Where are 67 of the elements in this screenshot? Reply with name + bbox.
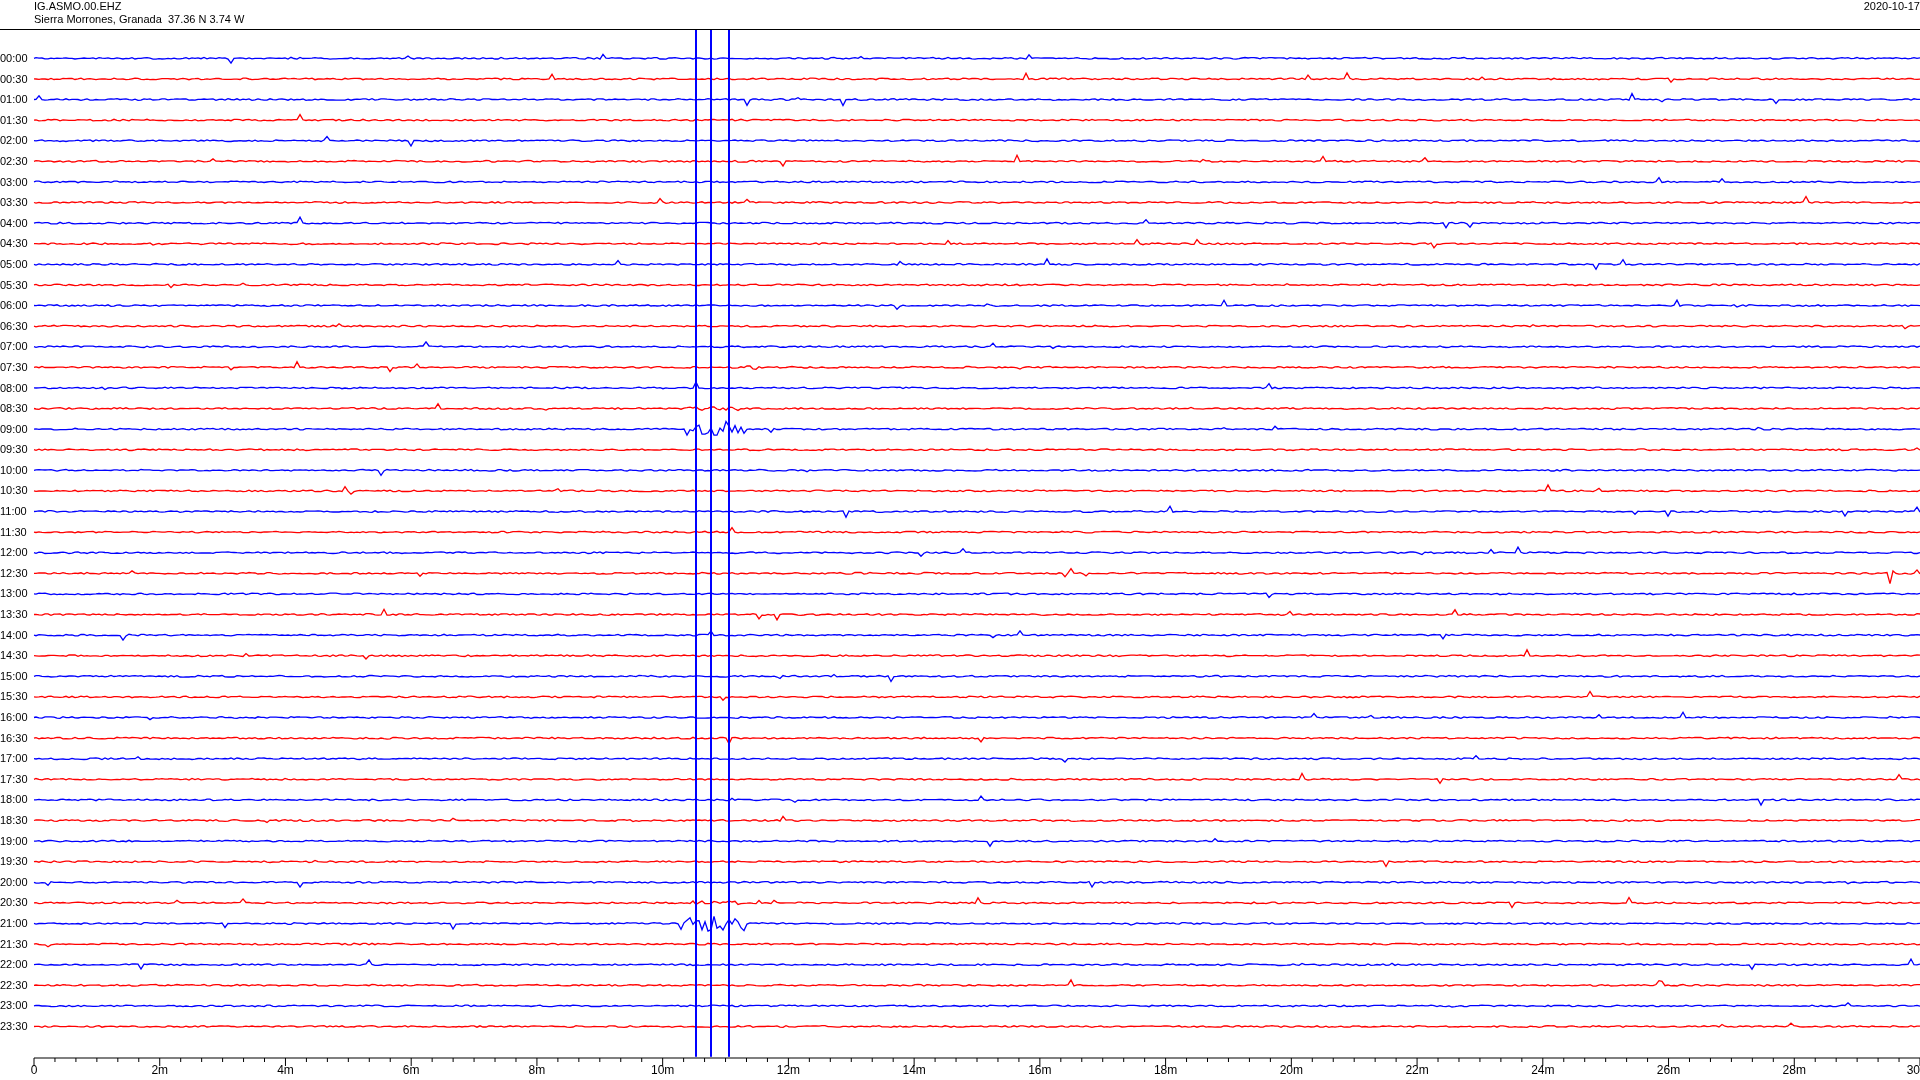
time-label: 03:00: [0, 174, 29, 190]
time-label: 07:00: [0, 339, 29, 355]
axis-label: 14m: [902, 1062, 926, 1077]
station-location: Sierra Morrones, Granada 37.36 N 3.74 W: [34, 13, 245, 26]
time-label: 00:30: [0, 71, 29, 87]
axis-label: 6m: [402, 1062, 420, 1077]
time-label: 14:30: [0, 648, 29, 664]
axis-label: 22m: [1405, 1062, 1429, 1077]
time-label: 03:30: [0, 195, 29, 211]
axis-label: 18m: [1153, 1062, 1178, 1077]
axis-label: 26m: [1656, 1062, 1681, 1077]
time-label: 19:30: [0, 854, 29, 870]
date-label: 2020-10-17: [1863, 0, 1920, 13]
axis-label: 8m: [528, 1062, 546, 1077]
time-label: 05:00: [0, 256, 29, 272]
time-label: 15:00: [0, 668, 29, 684]
axis-label: 12m: [776, 1062, 801, 1077]
time-label: 18:00: [0, 792, 29, 808]
axis-label: 20m: [1279, 1062, 1303, 1077]
time-label: 10:30: [0, 483, 29, 499]
time-label: 22:00: [0, 957, 29, 973]
time-label: 04:00: [0, 215, 29, 231]
station-code: IG.ASMO.00.EHZ: [34, 0, 123, 13]
axis-label: 4m: [277, 1062, 294, 1077]
time-label: 15:30: [0, 689, 29, 705]
time-label: 07:30: [0, 359, 29, 375]
time-label: 16:30: [0, 730, 29, 746]
time-label: 01:00: [0, 92, 29, 108]
time-label: 02:00: [0, 133, 29, 149]
time-label: 06:00: [0, 298, 29, 314]
time-label: 16:00: [0, 710, 29, 725]
time-label: 17:30: [0, 771, 29, 787]
time-label: 17:00: [0, 751, 29, 767]
time-label: 12:00: [0, 545, 29, 561]
time-label: 23:00: [0, 998, 29, 1014]
time-label: 09:30: [0, 442, 29, 458]
axis-label: 24m: [1531, 1062, 1555, 1077]
time-label: 08:30: [0, 401, 29, 417]
axis-label: 10m: [651, 1062, 675, 1077]
time-label: 22:30: [0, 977, 29, 993]
time-label: 09:00: [0, 421, 29, 437]
time-label: 23:30: [0, 1018, 29, 1034]
axis-label: 0: [30, 1062, 38, 1077]
time-label: 11:30: [0, 524, 28, 540]
time-label: 10:00: [0, 462, 29, 478]
axis-label: 2m: [151, 1062, 169, 1077]
time-label: 13:00: [0, 586, 29, 602]
time-label: 11:00: [0, 504, 28, 520]
time-label: 21:00: [0, 915, 29, 931]
time-label: 02:30: [0, 153, 29, 169]
time-label: 19:00: [0, 833, 29, 849]
time-label: 12:30: [0, 565, 29, 581]
axis-label: 30: [1906, 1062, 1920, 1077]
axis-label: 28m: [1782, 1062, 1806, 1077]
time-label: 21:30: [0, 936, 29, 952]
time-label: 14:00: [0, 627, 29, 643]
time-label: 20:30: [0, 895, 29, 911]
time-label: 08:00: [0, 380, 29, 396]
time-label: 06:30: [0, 318, 29, 334]
time-label: 20:00: [0, 874, 29, 890]
time-label: 00:00: [0, 51, 29, 66]
axis-label: 16m: [1028, 1062, 1052, 1077]
time-label: 18:30: [0, 812, 29, 828]
time-label: 05:30: [0, 277, 29, 293]
time-label: 01:30: [0, 112, 29, 128]
time-label: 13:30: [0, 607, 29, 623]
time-label: 04:30: [0, 236, 29, 252]
